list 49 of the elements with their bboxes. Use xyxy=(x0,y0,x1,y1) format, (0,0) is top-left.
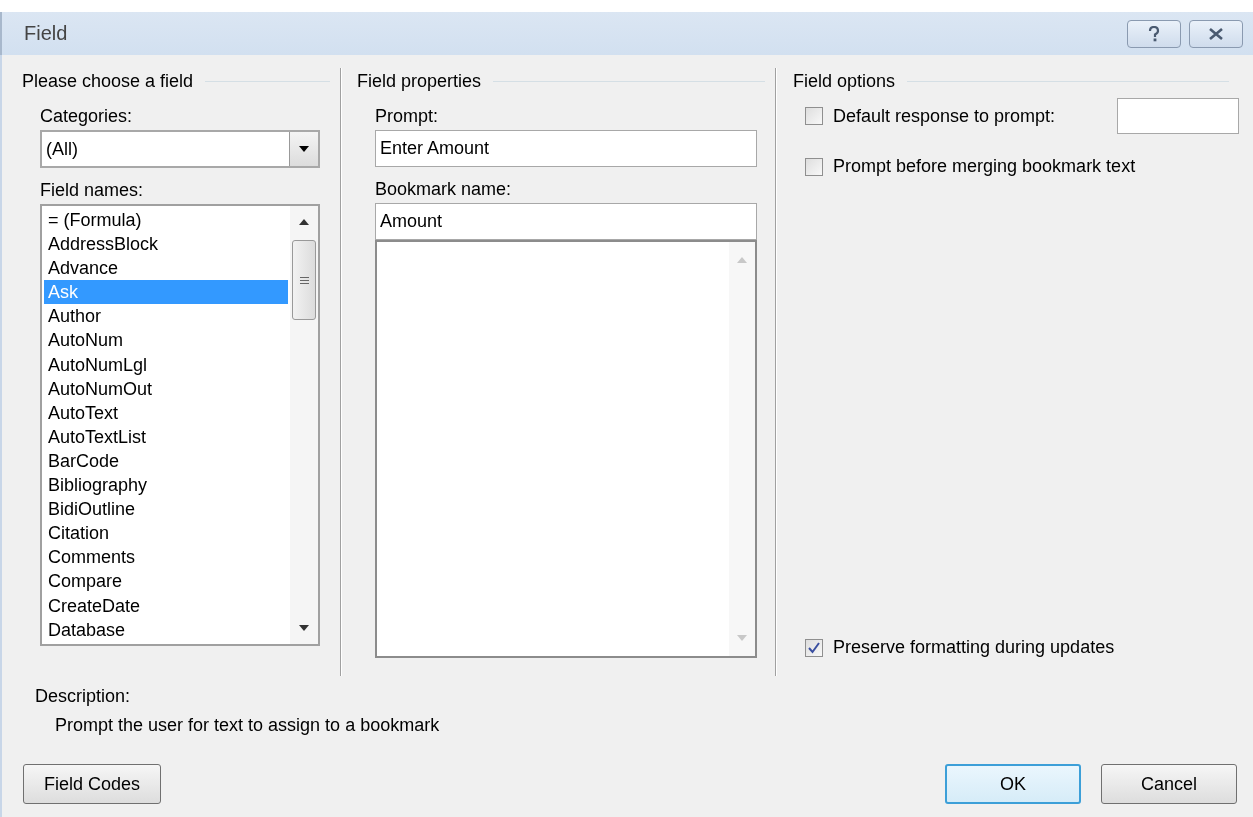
list-item[interactable]: = (Formula) xyxy=(44,208,288,233)
list-item[interactable]: Database xyxy=(44,617,288,642)
list-item[interactable]: Comments xyxy=(44,545,288,570)
checkbox-label[interactable]: Prompt before merging bookmark text xyxy=(833,156,1136,177)
list-item[interactable]: Bibliography xyxy=(44,473,288,498)
close-icon xyxy=(1208,27,1224,40)
group-heading: Field properties xyxy=(357,70,482,92)
list-item[interactable]: BidiOutline xyxy=(44,497,288,522)
list-item[interactable]: Citation xyxy=(44,521,288,546)
description-label: Description: xyxy=(35,686,132,707)
help-button[interactable] xyxy=(1127,19,1181,48)
group-heading: Field options xyxy=(793,70,896,92)
list-item[interactable]: BarCode xyxy=(44,448,288,474)
list-item[interactable]: AutoNumOut xyxy=(44,376,288,401)
list-item[interactable]: AutoNumLgl xyxy=(44,352,288,377)
list-item[interactable]: AutoNum xyxy=(44,328,288,353)
checkbox[interactable] xyxy=(805,638,823,657)
help-icon xyxy=(1148,25,1160,42)
list-item[interactable]: Compare xyxy=(44,569,288,594)
dialog-button[interactable]: OK xyxy=(945,764,1081,804)
list-item[interactable]: Advance xyxy=(44,256,288,281)
window-title: Field xyxy=(24,22,69,45)
default-response-field[interactable] xyxy=(1117,98,1239,134)
checkbox[interactable] xyxy=(805,157,823,176)
list-item[interactable]: Author xyxy=(44,304,288,329)
field-label: Categories: xyxy=(40,105,134,128)
scroll-up-icon xyxy=(736,256,748,264)
field-label: Prompt: xyxy=(375,105,440,128)
scroll-down-icon xyxy=(736,634,748,642)
field-label: Field names: xyxy=(40,179,145,202)
close-button[interactable] xyxy=(1189,19,1243,48)
scrollbar[interactable] xyxy=(290,206,318,644)
checkbox-label[interactable]: Default response to prompt: xyxy=(833,105,1056,127)
description-text: Prompt the user for text to assign to a bookmark xyxy=(54,715,441,736)
checkbox-label[interactable]: Preserve formatting during updates xyxy=(833,637,1115,658)
dialog-button[interactable]: Cancel xyxy=(1101,764,1237,804)
list-item[interactable]: CreateDate xyxy=(44,593,288,618)
list-item[interactable]: AutoText xyxy=(44,400,288,425)
checkbox[interactable] xyxy=(805,107,823,125)
scroll-down-icon[interactable] xyxy=(298,624,310,632)
scroll-up-icon[interactable] xyxy=(298,218,310,226)
bookmark-name-field[interactable]: Amount xyxy=(375,203,757,240)
list-item[interactable]: AddressBlock xyxy=(44,232,288,257)
list-item[interactable]: AutoTextList xyxy=(44,424,288,449)
group-heading: Please choose a field xyxy=(22,70,194,92)
categories-dropdown[interactable]: (All) xyxy=(40,130,320,168)
prompt-field[interactable]: Enter Amount xyxy=(375,130,757,167)
field-codes-button[interactable]: Field Codes xyxy=(23,764,161,804)
field-label: Bookmark name: xyxy=(375,178,513,201)
